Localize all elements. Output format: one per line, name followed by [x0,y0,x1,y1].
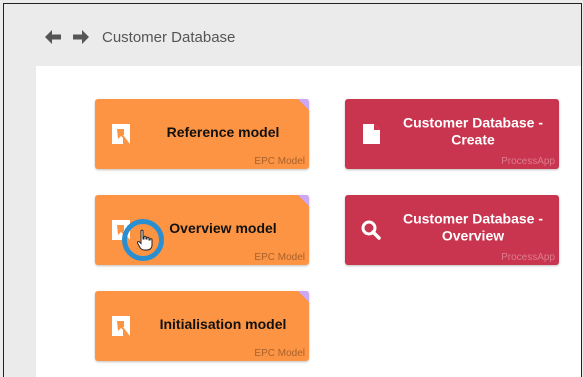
epc-model-icon [112,316,130,336]
tile-title: Overview model [169,220,277,237]
tile-reference-model[interactable]: Reference model EPC Model [95,99,309,169]
tile-title: Customer Database - Create [402,114,544,148]
toolbar: Customer Database [4,4,581,66]
forward-button[interactable] [71,27,91,47]
content-area: Reference model EPC Model Customer Datab… [36,66,581,377]
tile-customer-database-create[interactable]: Customer Database - Create ProcessApp [345,99,559,169]
document-icon [363,124,380,144]
tile-overview-model[interactable]: Overview model EPC Model [95,195,309,265]
epc-model-icon [112,124,130,144]
tile-type-label: ProcessApp [501,156,555,167]
tile-type-label: EPC Model [254,252,305,263]
tag-icon [298,291,309,302]
tile-type-label: EPC Model [254,156,305,167]
arrow-left-icon [45,30,61,44]
tile-type-label: EPC Model [254,348,305,359]
tag-icon [298,195,309,206]
tile-title: Reference model [166,124,280,141]
search-icon [361,220,381,240]
back-button[interactable] [43,27,63,47]
tile-title: Customer Database - Overview [402,210,544,244]
app-window: Customer Database Reference model EPC Mo… [3,3,582,377]
tile-type-label: ProcessApp [501,252,555,263]
tag-icon [298,99,309,110]
breadcrumb[interactable]: Customer Database [102,29,235,46]
tile-initialisation-model[interactable]: Initialisation model EPC Model [95,291,309,361]
arrow-right-icon [73,30,89,44]
epc-model-icon [112,220,130,240]
tile-title: Initialisation model [159,316,287,333]
tile-customer-database-overview[interactable]: Customer Database - Overview ProcessApp [345,195,559,265]
